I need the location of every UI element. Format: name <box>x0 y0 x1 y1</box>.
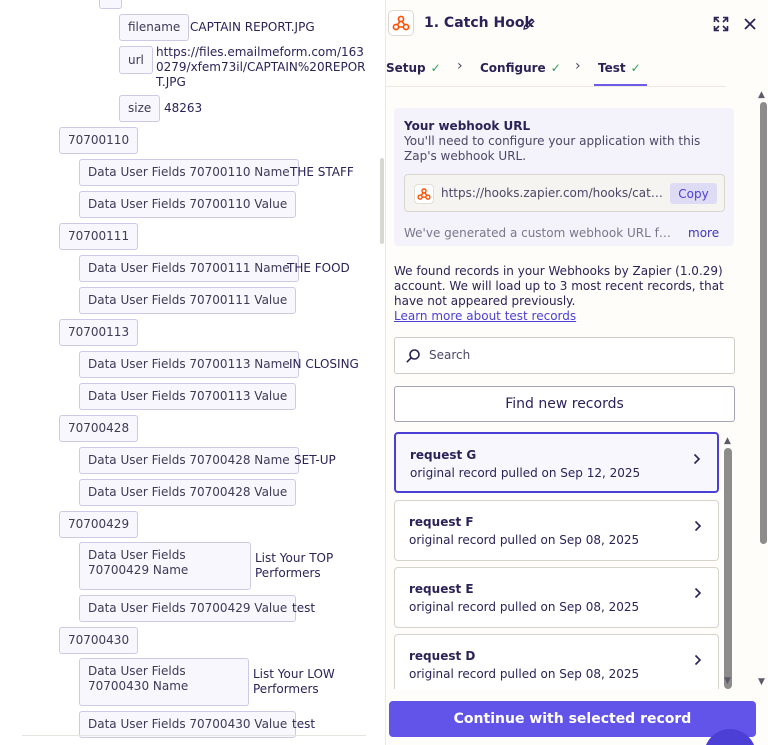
key-size: size <box>119 95 161 122</box>
chevron-right-icon: › <box>457 58 463 74</box>
tab-configure[interactable]: Configure ✓ <box>480 61 561 75</box>
collapsed-key-pill <box>99 0 122 9</box>
key-value-70700111: Data User Fields 70700111 Value <box>79 287 297 314</box>
records-list: request G original record pulled on Sep … <box>386 430 724 689</box>
record-subtitle: original record pulled on Sep 12, 2025 <box>410 466 641 480</box>
left-scrollbar[interactable] <box>380 158 384 244</box>
group-key-70700430: 70700430 <box>59 627 139 654</box>
tab-test[interactable]: Test ✓ <box>598 61 641 75</box>
zapier-webhook-icon <box>414 184 434 204</box>
record-title: request F <box>409 515 474 529</box>
record-item[interactable]: request G original record pulled on Sep … <box>394 432 719 493</box>
scroll-up-arrow[interactable]: ▲ <box>724 436 731 446</box>
search-box[interactable] <box>394 337 735 374</box>
group-key-70700110: 70700110 <box>59 127 139 154</box>
tab-label: Setup <box>386 61 426 75</box>
chevron-right-icon <box>694 517 702 536</box>
chevron-right-icon: › <box>575 58 581 74</box>
value-name-70700110: THE STAFF <box>290 165 354 179</box>
key-filename: filename <box>119 14 190 41</box>
group-key-70700428: 70700428 <box>59 415 139 442</box>
value-name-70700113: IN CLOSING <box>289 357 359 371</box>
value-url: https://files.emailmeform.com/1630279/xf… <box>156 45 366 89</box>
group-key-70700111: 70700111 <box>59 223 139 250</box>
webhook-url-text[interactable]: https://hooks.zapier.com/hooks/catch/ <box>441 186 663 200</box>
record-subtitle: original record pulled on Sep 08, 2025 <box>409 533 640 547</box>
scroll-down-arrow[interactable]: ▼ <box>724 676 731 686</box>
records-scrollbar[interactable] <box>724 448 732 689</box>
divider <box>386 86 726 87</box>
value-filename: CAPTAIN REPORT.JPG <box>190 20 315 34</box>
search-icon <box>405 348 421 368</box>
chevron-right-icon <box>694 584 702 603</box>
key-value-70700430: Data User Fields 70700430 Value <box>79 711 297 738</box>
records-found-text: We found records in your Webhooks by Zap… <box>394 264 724 308</box>
close-icon[interactable] <box>743 16 757 35</box>
tab-label: Configure <box>480 61 546 75</box>
record-item[interactable]: request E original record pulled on Sep … <box>394 567 719 628</box>
key-name-70700113: Data User Fields 70700113 Name <box>79 351 299 378</box>
key-name-70700428: Data User Fields 70700428 Name <box>79 447 299 474</box>
chevron-right-icon <box>693 450 701 469</box>
value-size: 48263 <box>164 101 203 115</box>
step-editor-panel: 1. Catch Hook Setup ✓ › Configure ✓ › Te… <box>386 0 768 745</box>
key-value-70700113: Data User Fields 70700113 Value <box>79 383 297 410</box>
check-icon: ✓ <box>550 61 561 75</box>
expand-icon[interactable] <box>713 16 729 36</box>
record-title: request D <box>409 649 476 663</box>
key-value-70700110: Data User Fields 70700110 Value <box>79 191 297 218</box>
group-key-70700429: 70700429 <box>59 511 139 538</box>
more-link[interactable]: more <box>688 226 719 240</box>
key-name-70700429: Data User Fields 70700429 Name <box>79 542 251 590</box>
zapier-webhook-icon <box>388 10 414 36</box>
tab-label: Test <box>598 61 626 75</box>
key-value-70700428: Data User Fields 70700428 Value <box>79 479 297 506</box>
find-new-records-button[interactable]: Find new records <box>394 386 735 422</box>
value-name-70700428: SET-UP <box>294 453 336 467</box>
scroll-up-arrow[interactable]: ▲ <box>758 90 765 100</box>
search-input[interactable] <box>429 348 719 362</box>
value-value-70700429: test <box>292 601 316 615</box>
generated-url-note: We've generated a custom webhook URL for… <box>404 226 676 240</box>
pencil-icon[interactable] <box>522 16 536 35</box>
key-name-70700430: Data User Fields 70700430 Name <box>79 658 249 706</box>
check-icon: ✓ <box>630 61 641 75</box>
value-name-70700111: THE FOOD <box>287 261 350 275</box>
tab-setup[interactable]: Setup ✓ <box>386 61 441 75</box>
value-name-70700430: List Your LOW Performers <box>253 667 335 696</box>
step-title[interactable]: 1. Catch Hook <box>424 15 534 31</box>
key-url: url <box>119 46 153 74</box>
group-key-70700113: 70700113 <box>59 319 139 346</box>
divider <box>22 735 366 736</box>
copy-button[interactable]: Copy <box>670 183 717 204</box>
key-name-70700111: Data User Fields 70700111 Name <box>79 255 299 282</box>
check-icon: ✓ <box>430 61 441 75</box>
webhook-title: Your webhook URL <box>404 119 531 133</box>
chevron-right-icon <box>694 651 702 670</box>
panel-scrollbar[interactable] <box>760 102 767 544</box>
webhook-url-field[interactable]: https://hooks.zapier.com/hooks/catch/ Co… <box>404 174 725 212</box>
record-title: request G <box>410 448 477 462</box>
record-subtitle: original record pulled on Sep 08, 2025 <box>409 600 640 614</box>
data-output-panel: filename CAPTAIN REPORT.JPG url https://… <box>0 0 386 745</box>
record-item[interactable]: request F original record pulled on Sep … <box>394 500 719 561</box>
scroll-down-arrow[interactable]: ▼ <box>758 677 765 687</box>
webhook-url-card: Your webhook URL You'll need to configur… <box>394 108 734 246</box>
record-title: request E <box>409 582 474 596</box>
continue-button[interactable]: Continue with selected record <box>389 701 756 737</box>
record-subtitle: original record pulled on Sep 08, 2025 <box>409 667 640 681</box>
value-name-70700429: List Your TOP Performers <box>255 551 334 580</box>
value-value-70700430: test <box>292 717 316 731</box>
record-item[interactable]: request D original record pulled on Sep … <box>394 634 719 689</box>
key-name-70700110: Data User Fields 70700110 Name <box>79 159 299 186</box>
key-value-70700429: Data User Fields 70700429 Value <box>79 595 297 622</box>
webhook-description: You'll need to configure your applicatio… <box>404 134 701 163</box>
learn-more-link[interactable]: Learn more about test records <box>394 309 576 323</box>
